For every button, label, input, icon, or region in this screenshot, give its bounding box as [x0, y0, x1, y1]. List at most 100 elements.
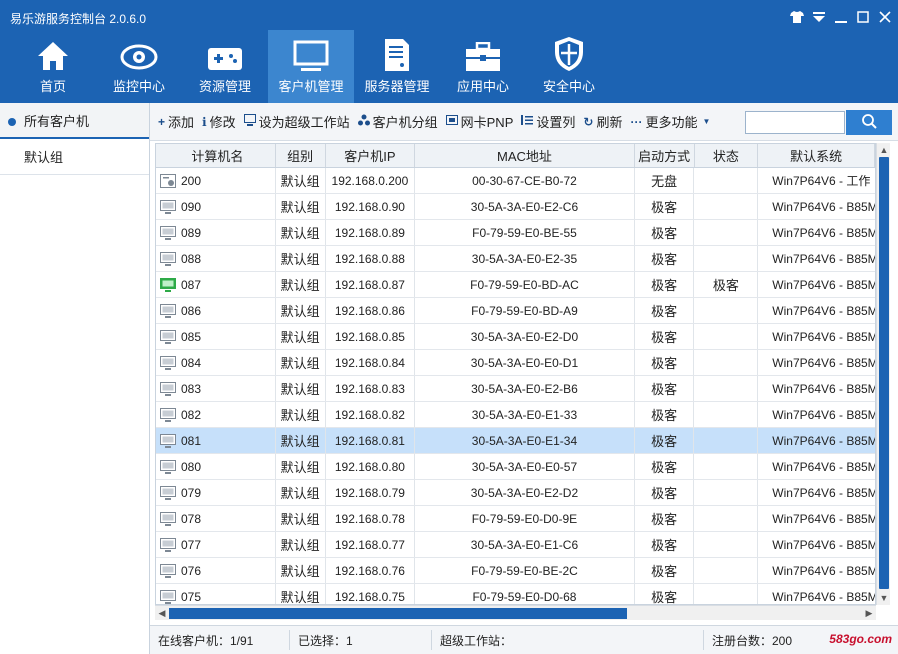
nav-resource-management[interactable]: 资源管理	[182, 30, 268, 103]
vertical-scrollbar[interactable]: ▲ ▼	[876, 143, 890, 605]
cell-computer-name: 081	[156, 428, 276, 453]
nav-app-center[interactable]: 应用中心	[440, 30, 526, 103]
col-header-boot-mode[interactable]: 启动方式	[635, 144, 695, 167]
table-row[interactable]: 075 默认组 192.168.0.75 F0-79-59-E0-D0-68 极客 Win…	[156, 584, 875, 604]
cell-computer-name: 076	[156, 558, 276, 583]
table-row[interactable]: 087 默认组 192.168.0.87 F0-79-59-E0-BD-AC 极客 极客 W…	[156, 272, 875, 298]
scroll-right-icon[interactable]: ▶	[862, 606, 876, 621]
table-row[interactable]: 089 默认组 192.168.0.89 F0-79-59-E0-BE-55 极客 Win…	[156, 220, 875, 246]
more-functions-button[interactable]: ··· 更多功能 ▼	[630, 112, 713, 131]
sidebar-item-default-group[interactable]: 默认组	[0, 139, 149, 175]
scroll-down-icon[interactable]: ▼	[877, 591, 891, 605]
client-group-button[interactable]: 客户机分组	[357, 112, 438, 131]
nav-server-management[interactable]: 服务器管理	[354, 30, 440, 103]
cell-mac-address: 30-5A-3A-E0-E2-B6	[415, 376, 635, 401]
cell-boot-mode: 极客	[635, 558, 695, 583]
maximize-icon[interactable]	[854, 8, 872, 26]
cell-group: 默认组	[276, 428, 326, 453]
cell-default-os: Win7P64V6 - B85M龙	[772, 434, 875, 448]
set-columns-label: 设置列	[536, 115, 576, 130]
table-row[interactable]: 082 默认组 192.168.0.82 30-5A-3A-E0-E1-33 极客 Win…	[156, 402, 875, 428]
cell-computer-name: 087	[156, 272, 276, 297]
server-computer-icon	[160, 173, 176, 188]
cell-default-os: Win7P64V6 - B85M龙	[772, 408, 875, 422]
computer-name-text: 084	[181, 355, 202, 370]
table-header: 计算机名 组别 客户机IP MAC地址 启动方式 状态 默认系统	[156, 144, 875, 168]
col-header-group[interactable]: 组别	[276, 144, 326, 167]
col-header-default-os[interactable]: 默认系统	[758, 144, 875, 167]
table-row[interactable]: 086 默认组 192.168.0.86 F0-79-59-E0-BD-A9 极客 Win…	[156, 298, 875, 324]
vertical-scroll-thumb[interactable]	[879, 157, 889, 589]
cell-default-os: Win7P64V6 - B85M龙	[772, 460, 875, 474]
cell-default-os: Win7P64V6 - 工作	[772, 174, 871, 188]
cell-computer-name: 090	[156, 194, 276, 219]
cell-client-ip: 192.168.0.76	[326, 558, 416, 583]
computer-icon	[160, 563, 176, 578]
table-row[interactable]: 079 默认组 192.168.0.79 30-5A-3A-E0-E2-D2 极客 Win…	[156, 480, 875, 506]
cell-group: 默认组	[276, 376, 326, 401]
cell-default-os: Win7P64V6 - B85M龙	[772, 200, 875, 214]
col-header-name[interactable]: 计算机名	[156, 144, 276, 167]
computer-icon	[160, 433, 176, 448]
set-super-workstation-button[interactable]: 设为超级工作站	[243, 112, 350, 131]
add-button[interactable]: + 添加	[158, 112, 194, 131]
close-icon[interactable]	[876, 8, 894, 26]
cell-default-os: Win7P64V6 - B85M龙	[772, 226, 875, 240]
nic-icon	[445, 114, 458, 129]
col-header-mac[interactable]: MAC地址	[415, 144, 635, 167]
nav-monitor-center[interactable]: 监控中心	[96, 30, 182, 103]
cell-mac-address: 30-5A-3A-E0-E1-34	[415, 428, 635, 453]
skin-icon[interactable]	[788, 8, 806, 26]
shield-icon	[553, 30, 585, 72]
computer-name-text: 086	[181, 303, 202, 318]
cell-client-ip: 192.168.0.81	[326, 428, 416, 453]
cell-mac-address: F0-79-59-E0-D0-9E	[415, 506, 635, 531]
col-header-ip[interactable]: 客户机IP	[326, 144, 416, 167]
table-row[interactable]: 085 默认组 192.168.0.85 30-5A-3A-E0-E2-D0 极客 Win…	[156, 324, 875, 350]
nic-pnp-button[interactable]: 网卡PNP	[445, 112, 513, 131]
minimize-icon[interactable]	[832, 8, 850, 26]
table-row[interactable]: 200 默认组 192.168.0.200 00-30-67-CE-B0-72 无盘 Wi…	[156, 168, 875, 194]
refresh-icon: ↻	[583, 114, 594, 129]
scroll-up-icon[interactable]: ▲	[877, 143, 891, 157]
cell-computer-name: 085	[156, 324, 276, 349]
table-row[interactable]: 083 默认组 192.168.0.83 30-5A-3A-E0-E2-B6 极客 Win…	[156, 376, 875, 402]
table-row[interactable]: 077 默认组 192.168.0.77 30-5A-3A-E0-E1-C6 极客 Win…	[156, 532, 875, 558]
table-row[interactable]: 088 默认组 192.168.0.88 30-5A-3A-E0-E2-35 极客 Win…	[156, 246, 875, 272]
table-row[interactable]: 081 默认组 192.168.0.81 30-5A-3A-E0-E1-34 极客 Win…	[156, 428, 875, 454]
search-input[interactable]	[745, 111, 845, 134]
nav-home[interactable]: 首页	[10, 30, 96, 103]
eye-icon	[120, 30, 158, 72]
cell-status	[694, 480, 759, 505]
table-row[interactable]: 080 默认组 192.168.0.80 30-5A-3A-E0-E0-57 极客 Win…	[156, 454, 875, 480]
table-row[interactable]: 076 默认组 192.168.0.76 F0-79-59-E0-BE-2C 极客 Win…	[156, 558, 875, 584]
nav-client-management[interactable]: 客户机管理	[268, 30, 354, 103]
search-button[interactable]	[846, 110, 892, 135]
plus-icon: +	[158, 114, 166, 129]
cell-client-ip: 192.168.0.88	[326, 246, 416, 271]
set-columns-button[interactable]: 设置列	[521, 112, 575, 131]
status-selected-count: 已选择：1	[290, 630, 432, 650]
table-row[interactable]: 090 默认组 192.168.0.90 30-5A-3A-E0-E2-C6 极客 Win…	[156, 194, 875, 220]
table-row[interactable]: 078 默认组 192.168.0.78 F0-79-59-E0-D0-9E 极客 Win…	[156, 506, 875, 532]
sidebar-item-all-clients[interactable]: 所有客户机	[0, 103, 149, 139]
edit-button[interactable]: ℹ 修改	[202, 112, 236, 131]
horizontal-scrollbar[interactable]: ◀ ▶	[155, 605, 876, 620]
cell-boot-mode: 极客	[635, 428, 695, 453]
menu-dropdown-icon[interactable]	[810, 8, 828, 26]
computer-icon	[160, 225, 176, 240]
col-header-status[interactable]: 状态	[695, 144, 759, 167]
cell-computer-name: 080	[156, 454, 276, 479]
cell-client-ip: 192.168.0.80	[326, 454, 416, 479]
gamepad-icon	[207, 30, 243, 72]
cell-boot-mode: 极客	[635, 298, 695, 323]
horizontal-scroll-thumb[interactable]	[169, 608, 627, 619]
computer-icon	[160, 381, 176, 396]
table-row[interactable]: 084 默认组 192.168.0.84 30-5A-3A-E0-E0-D1 极客 Win…	[156, 350, 875, 376]
nav-security-center[interactable]: 安全中心	[526, 30, 612, 103]
cell-status	[694, 428, 759, 453]
refresh-button[interactable]: ↻ 刷新	[583, 112, 622, 131]
scroll-left-icon[interactable]: ◀	[155, 606, 169, 621]
cell-default-os: Win7P64V6 - B85M龙	[772, 512, 875, 526]
cell-default-os: Win7P64V6 - B85M龙	[772, 486, 875, 500]
